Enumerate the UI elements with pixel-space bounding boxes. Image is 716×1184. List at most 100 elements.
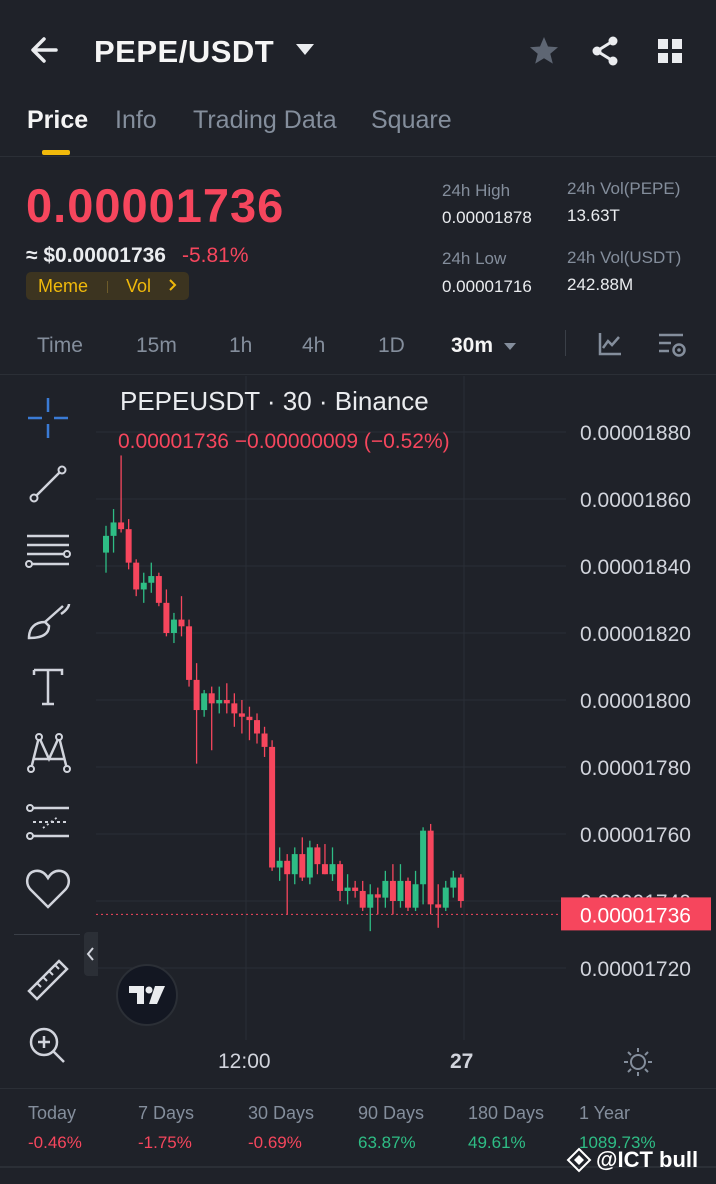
share-icon[interactable] — [588, 34, 622, 68]
favorite-star-icon[interactable] — [527, 34, 561, 68]
candle-body — [133, 562, 140, 590]
candle-body — [276, 860, 283, 868]
indicator-icon[interactable] — [596, 330, 624, 358]
grid-layout-icon[interactable] — [655, 36, 685, 66]
candle-body — [208, 693, 215, 704]
candle-body — [163, 602, 170, 633]
tab-trading-data[interactable]: Trading Data — [193, 106, 337, 135]
tag-meme[interactable]: Meme — [38, 276, 88, 297]
stat-vol-quote-label: 24h Vol(USDT) — [567, 248, 682, 267]
back-button[interactable] — [26, 30, 66, 70]
pattern-tool-icon[interactable] — [18, 724, 78, 780]
candle-body — [284, 860, 291, 875]
interval-15m[interactable]: 15m — [136, 334, 177, 358]
candle-body — [420, 830, 427, 885]
candle-body — [246, 716, 253, 721]
perf-label-30d: 30 Days — [248, 1103, 315, 1123]
stat-vol-quote-value: 242.88M — [567, 275, 634, 294]
stat-low-label: 24h Low — [442, 249, 507, 268]
perf-label-90d: 90 Days — [358, 1103, 425, 1123]
tradingview-logo[interactable] — [116, 964, 178, 1026]
interval-4h[interactable]: 4h — [302, 334, 325, 358]
chevron-right-icon[interactable] — [168, 278, 178, 292]
price-axis-label: 0.00001720 — [580, 958, 691, 981]
fib-retracement-icon[interactable] — [18, 794, 78, 850]
interval-time[interactable]: Time — [37, 334, 83, 358]
perf-label-today: Today — [28, 1103, 77, 1123]
perf-value-90d: 63.87% — [358, 1133, 416, 1152]
candle-body — [321, 864, 328, 875]
candle-body — [299, 854, 306, 878]
candle-body — [359, 890, 366, 908]
candle-body — [231, 703, 238, 714]
price-axis-label: 0.00001780 — [580, 757, 691, 780]
crosshair-icon[interactable] — [18, 390, 78, 446]
interval-caret-icon[interactable] — [503, 339, 517, 350]
candle-body — [337, 864, 344, 891]
tab-info[interactable]: Info — [115, 106, 157, 135]
candle-body — [382, 880, 389, 898]
trend-line-icon[interactable] — [18, 456, 78, 512]
binance-diamond-icon — [566, 1147, 592, 1173]
candle-body — [118, 522, 125, 530]
stat-vol-base-value: 13.63T — [567, 206, 620, 225]
perf-value-today: -0.46% — [28, 1133, 82, 1152]
interval-30m[interactable]: 30m — [451, 334, 493, 358]
stat-high-value: 0.00001878 — [442, 208, 532, 227]
ruler-icon[interactable] — [18, 952, 78, 1008]
candle-body — [329, 864, 336, 875]
price-axis-label: 0.00001800 — [580, 690, 691, 713]
candle-body — [178, 619, 185, 627]
candle-body — [442, 887, 449, 908]
tag-vol[interactable]: Vol — [126, 276, 151, 297]
candle-body — [125, 529, 132, 563]
candle-body — [412, 884, 419, 908]
price-axis-label: 0.00001820 — [580, 623, 691, 646]
active-tab-indicator — [42, 150, 70, 155]
divider — [565, 330, 566, 356]
tradingview-logo-icon — [129, 986, 165, 1004]
candle-body — [269, 746, 276, 868]
candle-body — [457, 877, 464, 901]
current-price-label: 0.00001736 — [580, 904, 691, 927]
heart-icon[interactable] — [18, 860, 78, 916]
tab-square[interactable]: Square — [371, 106, 452, 135]
chart-symbol-legend: PEPEUSDT · 30 · Binance — [120, 386, 429, 416]
candle-body — [186, 626, 193, 680]
interval-1h[interactable]: 1h — [229, 334, 252, 358]
zoom-in-icon[interactable] — [18, 1018, 78, 1074]
candle-body — [223, 700, 230, 704]
theme-toggle-icon[interactable] — [622, 1046, 654, 1078]
last-price: 0.00001736 — [26, 179, 285, 232]
perf-value-7d: -1.75% — [138, 1133, 192, 1152]
candle-body — [344, 887, 351, 891]
horizontal-lines-icon[interactable] — [18, 522, 78, 578]
candle-body — [314, 847, 321, 865]
divider — [0, 374, 716, 375]
interval-1d[interactable]: 1D — [378, 334, 405, 358]
stat-vol-base-label: 24h Vol(PEPE) — [567, 179, 681, 198]
candle-body — [201, 693, 208, 711]
watermark-text: @ICT bull — [596, 1147, 699, 1172]
chart-settings-icon[interactable] — [656, 330, 688, 360]
tab-price[interactable]: Price — [27, 106, 88, 135]
candle-body — [254, 720, 260, 734]
time-axis-label: 12:00 — [218, 1050, 271, 1073]
candlestick-chart[interactable]: 0.00001880 0.00001860 0.00001840 0.00001820… — [96, 376, 716, 1088]
brush-icon[interactable] — [18, 592, 78, 648]
time-axis-label: 27 — [450, 1050, 474, 1073]
price-axis-label: 0.00001840 — [580, 556, 691, 579]
ohlc-readout: 0.00001736 −0.00000009 (−0.52%) — [118, 430, 450, 453]
pair-title[interactable]: PEPE/USDT — [94, 34, 274, 70]
tag-separator — [107, 281, 108, 293]
pair-dropdown-caret-icon[interactable] — [294, 42, 316, 58]
divider — [0, 156, 716, 157]
perf-label-180d: 180 Days — [468, 1103, 545, 1123]
candle-body — [216, 700, 223, 704]
price-axis-label: 0.00001760 — [580, 824, 691, 847]
candle-body — [405, 880, 411, 908]
candle-body — [367, 894, 374, 908]
candle-body — [110, 522, 117, 536]
text-tool-icon[interactable] — [18, 658, 78, 714]
watermark: @ICT bull — [566, 1147, 698, 1173]
